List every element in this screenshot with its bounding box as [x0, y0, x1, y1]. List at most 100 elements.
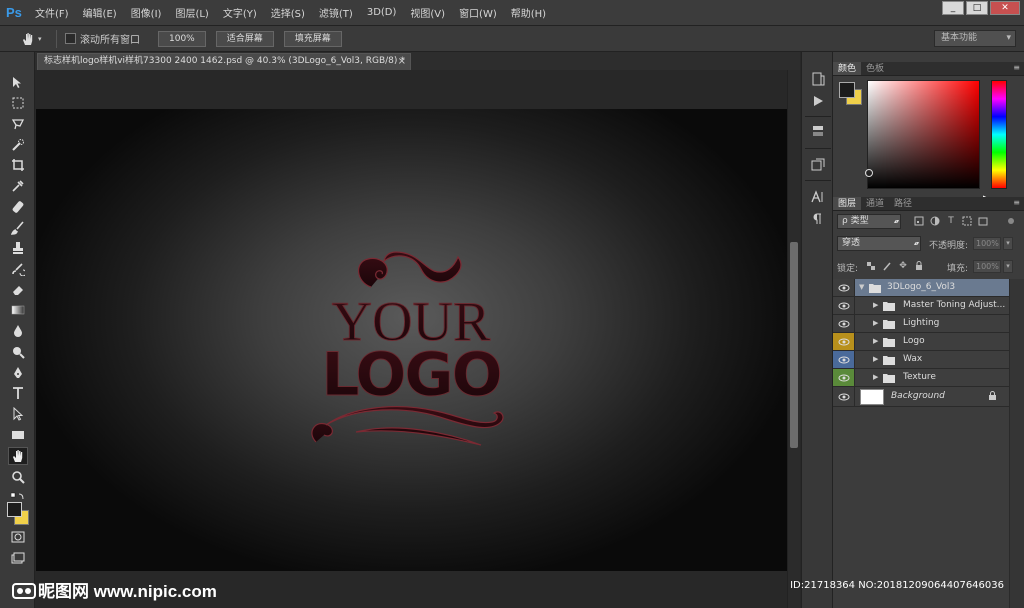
layer-filter-kind-select[interactable]: ρ 类型: [837, 214, 901, 229]
panel-menu-icon[interactable]: ≡: [1013, 198, 1020, 207]
hand-tool-icon[interactable]: [8, 447, 28, 465]
chevron-down-icon[interactable]: ▾: [1003, 237, 1013, 250]
history-panel-icon[interactable]: [808, 70, 828, 88]
character-panel-icon[interactable]: [808, 188, 828, 206]
menu-filter[interactable]: 滤镜(T): [312, 5, 360, 20]
crop-tool-icon[interactable]: [8, 156, 28, 174]
quick-mask-icon[interactable]: [8, 528, 28, 546]
chevron-down-icon[interactable]: ▾: [38, 35, 48, 43]
filter-toggle-icon[interactable]: [1005, 215, 1017, 227]
expand-triangle-icon[interactable]: ▶: [873, 301, 878, 309]
foreground-color-swatch[interactable]: [7, 502, 22, 517]
history-brush-tool-icon[interactable]: [8, 260, 28, 278]
move-tool-icon[interactable]: [8, 74, 28, 92]
chevron-down-icon[interactable]: ▾: [1003, 260, 1013, 273]
menu-edit[interactable]: 编辑(E): [76, 5, 124, 20]
lock-all-icon[interactable]: [913, 260, 925, 272]
expand-triangle-icon[interactable]: ▶: [873, 337, 878, 345]
rectangle-tool-icon[interactable]: [8, 426, 28, 444]
tab-layers[interactable]: 图层: [833, 197, 862, 210]
hand-tool-preset-icon[interactable]: [18, 29, 38, 49]
menu-layer[interactable]: 图层(L): [168, 5, 215, 20]
eyedropper-tool-icon[interactable]: [8, 177, 28, 195]
menu-type[interactable]: 文字(Y): [216, 5, 264, 20]
expand-triangle-icon[interactable]: ▶: [873, 319, 878, 327]
layer-row[interactable]: Background: [833, 387, 1009, 407]
color-picker-field[interactable]: [867, 80, 980, 189]
visibility-eye-icon[interactable]: [833, 279, 855, 296]
brush-tool-icon[interactable]: [8, 219, 28, 237]
blend-mode-select[interactable]: 穿透: [837, 236, 921, 251]
lasso-tool-icon[interactable]: [8, 115, 28, 133]
close-button[interactable]: ✕: [990, 1, 1020, 15]
menu-help[interactable]: 帮助(H): [504, 5, 553, 20]
zoom-100-button[interactable]: 100%: [158, 30, 206, 47]
healing-brush-tool-icon[interactable]: [8, 198, 28, 216]
layer-row[interactable]: ▼ 3DLogo_6_Vol3: [833, 279, 1009, 297]
color-picker-marker[interactable]: [865, 169, 873, 177]
menu-file[interactable]: 文件(F): [28, 5, 76, 20]
document-canvas[interactable]: YOUR LOGO: [36, 109, 787, 571]
visibility-eye-icon[interactable]: [833, 333, 855, 350]
quick-selection-tool-icon[interactable]: [8, 136, 28, 154]
menu-3d[interactable]: 3D(D): [360, 7, 404, 18]
layer-row[interactable]: ▶ Texture: [833, 369, 1009, 387]
opacity-field[interactable]: 100%: [973, 237, 1001, 250]
foreground-color-swatch[interactable]: [839, 82, 855, 98]
lock-image-icon[interactable]: [881, 260, 893, 272]
layers-scrollbar[interactable]: [1009, 279, 1024, 608]
scrollbar-thumb[interactable]: [790, 242, 798, 448]
tab-paths[interactable]: 路径: [889, 197, 917, 210]
lock-transparent-icon[interactable]: [865, 260, 877, 272]
actions-play-icon[interactable]: [808, 92, 828, 110]
type-tool-icon[interactable]: [8, 384, 28, 402]
fill-field[interactable]: 100%: [973, 260, 1001, 273]
gradient-tool-icon[interactable]: [8, 301, 28, 319]
screen-mode-icon[interactable]: [8, 549, 28, 567]
menu-select[interactable]: 选择(S): [264, 5, 312, 20]
canvas-area[interactable]: YOUR LOGO: [35, 70, 787, 608]
filter-pixel-icon[interactable]: [913, 215, 925, 227]
filter-smart-object-icon[interactable]: [977, 215, 989, 227]
workspace-select[interactable]: 基本功能: [934, 30, 1016, 47]
close-icon[interactable]: ×: [398, 54, 406, 69]
layer-row[interactable]: ▶ Wax: [833, 351, 1009, 369]
dodge-tool-icon[interactable]: [8, 343, 28, 361]
marquee-tool-icon[interactable]: [8, 94, 28, 112]
paragraph-panel-icon[interactable]: [808, 210, 828, 228]
filter-adjustment-icon[interactable]: [929, 215, 941, 227]
filter-type-icon[interactable]: T: [945, 215, 957, 227]
menu-image[interactable]: 图像(I): [124, 5, 169, 20]
panel-menu-icon[interactable]: ≡: [1013, 63, 1020, 72]
visibility-eye-icon[interactable]: [833, 369, 855, 386]
tool-presets-icon[interactable]: [808, 156, 828, 174]
pen-tool-icon[interactable]: [8, 364, 28, 382]
expand-triangle-icon[interactable]: ▶: [873, 355, 878, 363]
visibility-eye-icon[interactable]: [833, 387, 855, 406]
layer-row[interactable]: ▶ Lighting: [833, 315, 1009, 333]
expand-triangle-icon[interactable]: ▶: [873, 373, 878, 381]
menu-view[interactable]: 视图(V): [403, 5, 452, 20]
tab-channels[interactable]: 通道: [861, 197, 889, 210]
eraser-tool-icon[interactable]: [8, 281, 28, 299]
document-tab[interactable]: 标志样机logo样机vi样机73300 2400 1462.psd @ 40.3…: [37, 53, 411, 70]
visibility-eye-icon[interactable]: [833, 315, 855, 332]
scroll-all-windows-checkbox[interactable]: [65, 33, 76, 44]
layer-row[interactable]: ▶ Logo: [833, 333, 1009, 351]
menu-window[interactable]: 窗口(W): [452, 5, 504, 20]
filter-shape-icon[interactable]: [961, 215, 973, 227]
clone-stamp-tool-icon[interactable]: [8, 239, 28, 257]
hue-slider[interactable]: [991, 80, 1007, 189]
fill-screen-button[interactable]: 填充屏幕: [283, 30, 342, 47]
layer-row[interactable]: ▶ Master Toning Adjust...: [833, 297, 1009, 315]
adjustments-panel-icon[interactable]: [808, 122, 828, 140]
zoom-tool-icon[interactable]: [8, 468, 28, 486]
lock-position-icon[interactable]: ✥: [897, 260, 909, 272]
visibility-eye-icon[interactable]: [833, 297, 855, 314]
tab-color[interactable]: 颜色: [833, 62, 862, 75]
visibility-eye-icon[interactable]: [833, 351, 855, 368]
canvas-vertical-scrollbar[interactable]: [787, 70, 800, 608]
path-selection-tool-icon[interactable]: [8, 405, 28, 423]
minimize-button[interactable]: _: [942, 1, 964, 15]
tab-swatches[interactable]: 色板: [861, 62, 889, 75]
